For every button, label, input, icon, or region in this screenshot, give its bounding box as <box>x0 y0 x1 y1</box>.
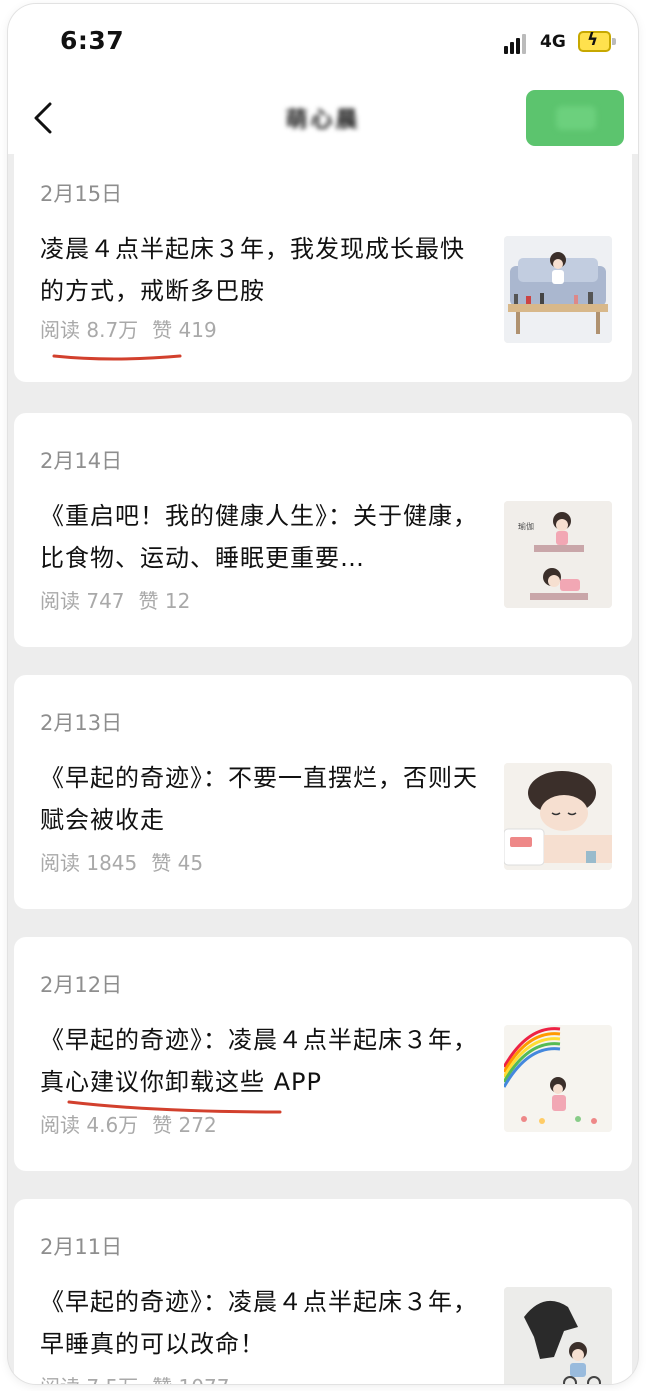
article-date: 2月13日 <box>40 711 123 735</box>
article-stats: 阅读 4.6万赞 272 <box>40 1109 217 1138</box>
like-count: 赞 272 <box>152 1113 217 1137</box>
follow-button[interactable] <box>526 90 624 146</box>
article-card[interactable]: 2月13日 《早起的奇迹》：不要一直摆烂，否则天赋会被收走 阅读 1845 赞 4… <box>14 675 632 909</box>
status-time: 6:37 <box>60 26 125 55</box>
nav-bar: 萌心晨 <box>8 82 638 154</box>
article-date: 2月11日 <box>40 1235 123 1259</box>
read-count: 阅读 1845 <box>40 851 138 875</box>
article-thumbnail[interactable] <box>504 1025 612 1132</box>
article-stats: 阅读 747 赞 12 <box>40 585 190 614</box>
article-title[interactable]: 《重启吧！我的健康人生》：关于健康，比食物、运动、睡眠更重要… <box>40 495 480 579</box>
network-type: 4G <box>540 32 566 52</box>
svg-text:瑜伽: 瑜伽 <box>518 521 534 531</box>
article-card[interactable]: 2月15日 凌晨４点半起床３年，我发现成长最快的方式，戒断多巴胺 阅读 8.7万… <box>14 154 632 382</box>
article-title[interactable]: 《早起的奇迹》：凌晨４点半起床３年，早睡真的可以改命！ <box>40 1281 480 1365</box>
article-date: 2月14日 <box>40 449 123 473</box>
article-thumbnail[interactable]: 瑜伽 <box>504 501 612 608</box>
article-thumbnail[interactable] <box>504 1287 612 1384</box>
article-stats: 阅读 1845 赞 45 <box>40 847 203 876</box>
read-count: 阅读 7.5万 <box>40 1375 138 1384</box>
article-thumbnail[interactable] <box>504 236 612 343</box>
like-count: 赞 419 <box>152 318 217 342</box>
article-title[interactable]: 《早起的奇迹》：凌晨４点半起床３年，真心建议你卸载这些 APP <box>40 1019 480 1103</box>
article-stats: 阅读 7.5万 赞 1077 <box>40 1371 229 1384</box>
like-count: 赞 12 <box>138 589 191 613</box>
phone-screen: 6:37 4G ϟ 萌心晨 2月15日 凌晨４点半起床３年，我发现成长最快的方式… <box>8 4 638 1384</box>
article-stats: 阅读 8.7万赞 419 <box>40 314 217 343</box>
signal-icon <box>504 34 532 54</box>
article-card[interactable]: 2月14日 《重启吧！我的健康人生》：关于健康，比食物、运动、睡眠更重要… 阅读… <box>14 413 632 647</box>
read-count: 阅读 747 <box>40 589 125 613</box>
article-date: 2月12日 <box>40 973 123 997</box>
article-title[interactable]: 凌晨４点半起床３年，我发现成长最快的方式，戒断多巴胺 <box>40 228 480 312</box>
status-bar: 6:37 4G ϟ <box>8 4 638 82</box>
article-date: 2月15日 <box>40 182 123 206</box>
like-count: 赞 1077 <box>152 1375 229 1384</box>
like-count: 赞 45 <box>151 851 204 875</box>
article-thumbnail[interactable] <box>504 763 612 870</box>
article-card[interactable]: 2月11日 《早起的奇迹》：凌晨４点半起床３年，早睡真的可以改命！ 阅读 7.5… <box>14 1199 632 1384</box>
read-count: 阅读 8.7万 <box>40 318 139 342</box>
article-feed[interactable]: 2月15日 凌晨４点半起床３年，我发现成长最快的方式，戒断多巴胺 阅读 8.7万… <box>8 154 638 1384</box>
battery-icon: ϟ <box>578 30 616 52</box>
read-count: 阅读 4.6万 <box>40 1113 139 1137</box>
article-card[interactable]: 2月12日 《早起的奇迹》：凌晨４点半起床３年，真心建议你卸载这些 APP 阅读… <box>14 937 632 1171</box>
article-title[interactable]: 《早起的奇迹》：不要一直摆烂，否则天赋会被收走 <box>40 757 480 841</box>
